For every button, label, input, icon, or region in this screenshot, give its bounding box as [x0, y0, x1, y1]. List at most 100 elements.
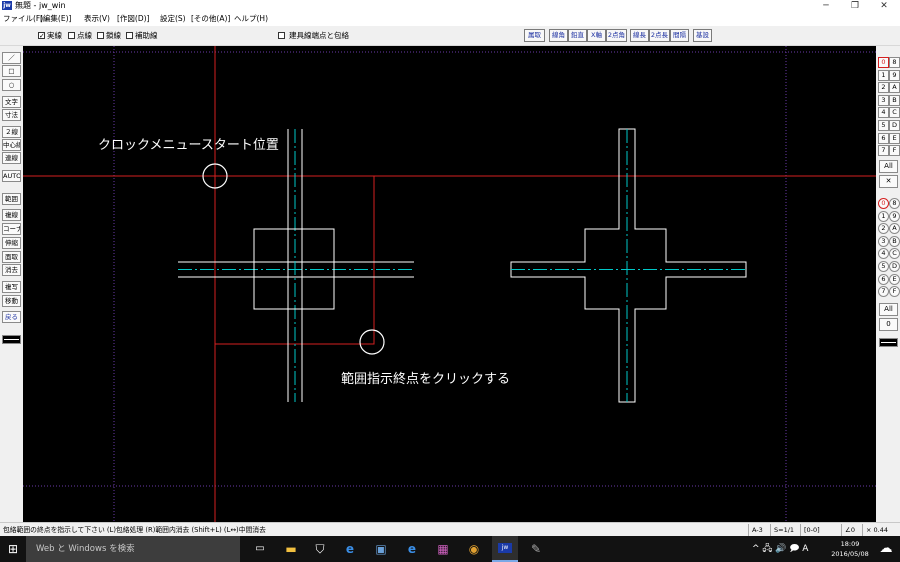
toolbar-interval[interactable]: 間隔 [670, 29, 689, 42]
app-icon-1[interactable]: ▦ [430, 536, 456, 562]
app-icon-2[interactable]: ◉ [461, 536, 487, 562]
toolbar-base-set[interactable]: 基設 [693, 29, 712, 42]
menu-settings[interactable]: 設定(S) [160, 12, 186, 26]
layer-group-zero-button[interactable]: 0 [879, 318, 898, 331]
menu-other[interactable]: [その他(A)] [191, 12, 230, 26]
toolbar-line-angle[interactable]: 線角 [549, 29, 568, 42]
annotation-start: クロックメニュースタート位置 [98, 138, 279, 153]
app-icon-3[interactable]: ✎ [523, 536, 549, 562]
layer-button-6[interactable]: 6 [878, 132, 889, 144]
layer-button-c[interactable]: C [889, 107, 900, 119]
tool-parallel-line[interactable]: 複線 [2, 209, 21, 221]
task-view-icon[interactable]: ▭ [247, 536, 273, 562]
tool-center-line[interactable]: 中心線 [2, 139, 21, 151]
dotted-line-checkbox[interactable] [68, 32, 75, 39]
menu-edit[interactable]: [編集(E)] [40, 12, 71, 26]
line-type-swatch[interactable] [2, 335, 21, 344]
menu-view[interactable]: 表示(V) [84, 12, 110, 26]
layer-button-a[interactable]: A [889, 82, 900, 94]
layer-group-button-d[interactable]: D [889, 261, 900, 272]
file-explorer-icon[interactable]: ▬ [278, 536, 304, 562]
edge-icon[interactable]: e [337, 536, 363, 562]
ie-icon[interactable]: e [399, 536, 425, 562]
layer-group-button-e[interactable]: E [889, 273, 900, 285]
solid-line-checkbox[interactable]: ✓ [38, 32, 45, 40]
toolbar-x-axis[interactable]: X軸 [587, 29, 606, 42]
tool-circle[interactable]: ○ [2, 79, 21, 91]
layer-group-button-b[interactable]: B [889, 235, 900, 247]
aux-line-label: 補助線 [135, 31, 158, 40]
cross-left [178, 129, 414, 402]
menu-draw[interactable]: [作図(D)] [117, 12, 149, 26]
layer-button-1[interactable]: 1 [878, 69, 889, 81]
status-zoom[interactable]: × 0.44 [862, 524, 888, 536]
layer-button-e[interactable]: E [889, 132, 900, 144]
layer-group-button-5[interactable]: 5 [878, 261, 889, 272]
layer-button-0[interactable]: 0 [878, 57, 889, 68]
tool-continuous-line[interactable]: 連線 [2, 152, 21, 164]
layer-button-3[interactable]: 3 [878, 94, 889, 106]
clock-date: 2016/05/08 [831, 550, 869, 558]
tool-text[interactable]: 文字 [2, 96, 21, 108]
tool-chamfer[interactable]: 面取 [2, 251, 21, 263]
close-icon[interactable]: ✕ [869, 0, 899, 12]
layer-button-4[interactable]: 4 [878, 107, 889, 119]
toolbar-2pt-angle[interactable]: 2点角 [606, 29, 627, 42]
chain-line-checkbox[interactable] [97, 32, 104, 39]
tool-corner[interactable]: コーナー [2, 223, 21, 235]
layer-button-7[interactable]: 7 [878, 145, 889, 157]
drawing-canvas[interactable]: クロックメニュースタート位置 範囲指示終点をクリックする [23, 46, 876, 522]
tool-double-line[interactable]: ２線 [2, 126, 21, 138]
tool-rectangle[interactable]: □ [2, 65, 21, 77]
layer-group-button-9[interactable]: 9 [889, 210, 900, 222]
layer-group-button-3[interactable]: 3 [878, 235, 889, 247]
system-tray-icons[interactable]: ^ 🖧 🔊 🗩 A [752, 536, 808, 562]
tool-stretch[interactable]: 伸縮 [2, 237, 21, 249]
menu-file[interactable]: ファイル(F) [3, 12, 43, 26]
layer-group-button-6[interactable]: 6 [878, 273, 889, 285]
restore-icon[interactable]: ❐ [840, 0, 870, 12]
layer-close-button[interactable]: ✕ [879, 175, 898, 188]
tool-dimension[interactable]: 寸法 [2, 109, 21, 121]
menu-help[interactable]: ヘルプ(H) [234, 12, 268, 26]
tool-auto[interactable]: AUTO [2, 170, 21, 182]
toolbar-vertical[interactable]: 鉛直 [568, 29, 587, 42]
layer-line-swatch[interactable] [879, 338, 898, 347]
taskbar-clock[interactable]: 18:09 2016/05/08 [826, 539, 874, 559]
layer-button-2[interactable]: 2 [878, 82, 889, 94]
layer-all-button[interactable]: All [879, 160, 898, 173]
layer-group-all-button[interactable]: All [879, 303, 898, 316]
layer-button-8[interactable]: 8 [889, 57, 900, 68]
layer-button-9[interactable]: 9 [889, 69, 900, 81]
layer-group-button-0[interactable]: 0 [878, 198, 889, 209]
taskbar-search[interactable]: Web と Windows を検索 [26, 536, 240, 562]
layer-button-d[interactable]: D [889, 120, 900, 131]
store-icon[interactable]: ⛉ [307, 536, 333, 562]
building-wrap-checkbox[interactable] [278, 32, 285, 39]
toolbar-2pt-length[interactable]: 2点長 [649, 29, 670, 42]
media-icon[interactable]: ▣ [368, 536, 394, 562]
tool-erase[interactable]: 消去 [2, 264, 21, 276]
toolbar-line-length[interactable]: 線長 [630, 29, 649, 42]
layer-button-f[interactable]: F [889, 145, 900, 157]
toolbar-attr-get[interactable]: 属取 [524, 29, 545, 42]
title-bar: jw 無題 - jw_win ─ ❐ ✕ [0, 0, 900, 12]
status-paper[interactable]: A-3 [748, 524, 763, 536]
notification-icon[interactable]: ☁ [873, 536, 899, 562]
status-layer[interactable]: [0-0] [800, 524, 820, 536]
status-angle[interactable]: ∠0 [841, 524, 855, 536]
tool-range[interactable]: 範囲 [2, 193, 21, 205]
layer-button-5[interactable]: 5 [878, 120, 889, 131]
aux-line-checkbox[interactable] [126, 32, 133, 39]
layer-button-b[interactable]: B [889, 94, 900, 106]
layer-group-button-1[interactable]: 1 [878, 210, 889, 222]
tool-copy[interactable]: 複写 [2, 281, 21, 293]
jw-taskbar-icon[interactable]: jw [492, 536, 518, 562]
layer-group-button-8[interactable]: 8 [889, 198, 900, 209]
tool-line[interactable]: ／ [2, 52, 21, 64]
tool-undo[interactable]: 戻る [2, 311, 21, 323]
minimize-icon[interactable]: ─ [811, 0, 841, 12]
status-scale[interactable]: S=1/1 [770, 524, 794, 536]
tool-move[interactable]: 移動 [2, 295, 21, 307]
windows-start-icon[interactable]: ⊞ [0, 536, 26, 562]
